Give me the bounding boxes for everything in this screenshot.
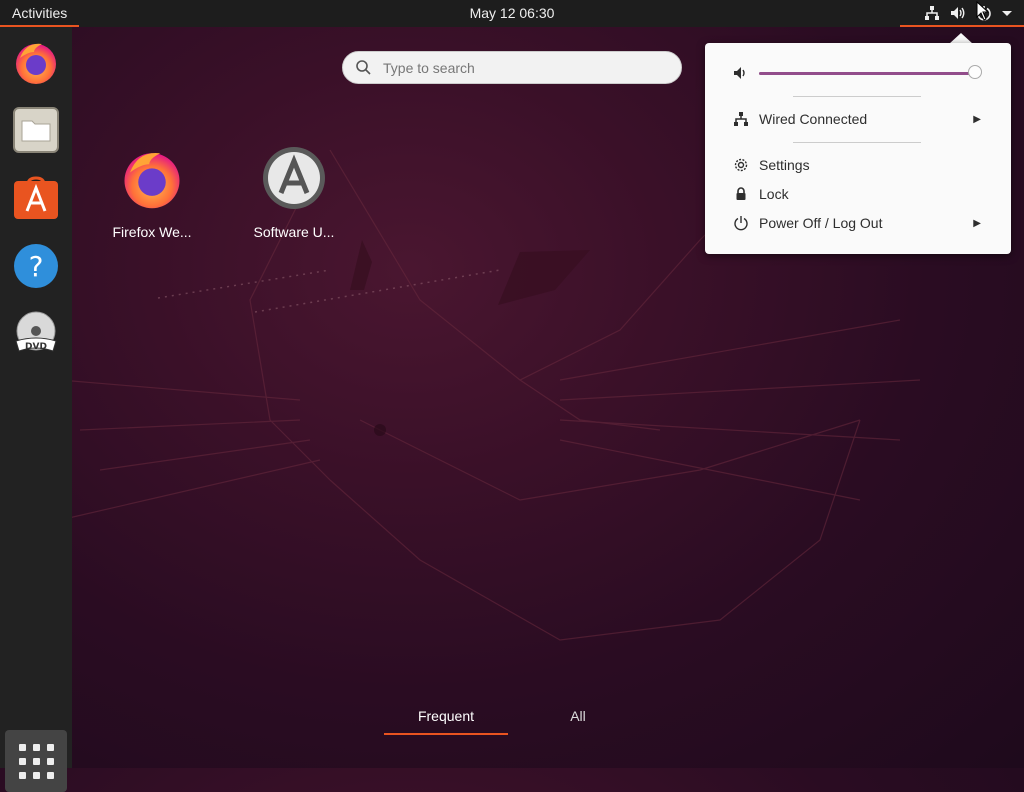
firefox-icon bbox=[16, 43, 56, 84]
software-center-icon bbox=[14, 176, 58, 219]
power-icon bbox=[733, 215, 749, 231]
activities-button[interactable]: Activities bbox=[0, 0, 80, 27]
menu-separator bbox=[793, 96, 921, 97]
app-tile-label: Software U... bbox=[253, 224, 335, 240]
files-icon bbox=[13, 107, 59, 153]
firefox-icon bbox=[124, 152, 180, 209]
search-icon bbox=[356, 59, 371, 75]
app-tile-firefox[interactable]: Firefox We... bbox=[82, 145, 222, 240]
volume-icon bbox=[951, 6, 965, 19]
volume-slider-fill bbox=[759, 72, 975, 75]
menu-item-power[interactable]: Power Off / Log Out ▶ bbox=[705, 209, 1011, 237]
mouse-cursor bbox=[976, 1, 990, 21]
dropdown-arrow-icon bbox=[1002, 10, 1012, 16]
app-tile-software-updater[interactable]: Software U... bbox=[224, 145, 364, 240]
search-bar[interactable] bbox=[342, 51, 682, 84]
help-icon: ? bbox=[14, 244, 58, 288]
dock-ubuntu-software[interactable] bbox=[10, 172, 62, 224]
clock-button[interactable]: May 12 06:30 bbox=[470, 5, 555, 21]
chevron-right-icon: ▶ bbox=[973, 113, 981, 125]
svg-text:DVD: DVD bbox=[25, 342, 47, 352]
dock-help[interactable]: ? bbox=[10, 240, 62, 292]
network-wired-icon bbox=[733, 111, 749, 127]
svg-text:?: ? bbox=[29, 250, 44, 283]
menu-item-wired[interactable]: Wired Connected ▶ bbox=[705, 105, 1011, 133]
system-menu: Wired Connected ▶ Settings Lock Power Of… bbox=[705, 43, 1011, 254]
menu-item-label: Wired Connected bbox=[759, 111, 868, 127]
dock-files[interactable] bbox=[10, 104, 62, 156]
system-status-area[interactable] bbox=[900, 0, 1024, 27]
menu-item-label: Lock bbox=[759, 186, 789, 202]
dvd-icon: DVD bbox=[15, 311, 57, 352]
top-bar: Activities May 12 06:30 bbox=[0, 0, 1024, 27]
app-grid-icon bbox=[18, 743, 26, 751]
dock-firefox[interactable] bbox=[10, 36, 62, 88]
dock: ? DVD bbox=[0, 27, 72, 792]
tab-all[interactable]: All bbox=[548, 708, 608, 724]
tab-frequent[interactable]: Frequent bbox=[384, 708, 508, 724]
menu-item-settings[interactable]: Settings bbox=[705, 151, 1011, 179]
volume-slider-handle[interactable] bbox=[968, 65, 982, 79]
dock-dvd[interactable]: DVD bbox=[10, 308, 62, 360]
menu-separator bbox=[793, 142, 921, 143]
lock-icon bbox=[733, 186, 749, 202]
volume-row bbox=[705, 59, 1011, 87]
software-updater-icon bbox=[263, 147, 325, 209]
network-wired-icon bbox=[925, 5, 939, 20]
clock: May 12 06:30 bbox=[0, 0, 1024, 27]
chevron-right-icon: ▶ bbox=[973, 217, 981, 229]
menu-item-label: Settings bbox=[759, 157, 810, 173]
show-applications-button[interactable] bbox=[5, 730, 67, 792]
menu-item-lock[interactable]: Lock bbox=[705, 180, 1011, 208]
volume-slider[interactable] bbox=[759, 65, 982, 79]
menu-item-label: Power Off / Log Out bbox=[759, 215, 883, 231]
app-tile-label: Firefox We... bbox=[112, 224, 192, 240]
search-input[interactable] bbox=[381, 58, 665, 77]
volume-icon bbox=[733, 65, 749, 81]
gear-icon bbox=[733, 157, 749, 173]
tab-frequent-underline bbox=[384, 733, 508, 735]
